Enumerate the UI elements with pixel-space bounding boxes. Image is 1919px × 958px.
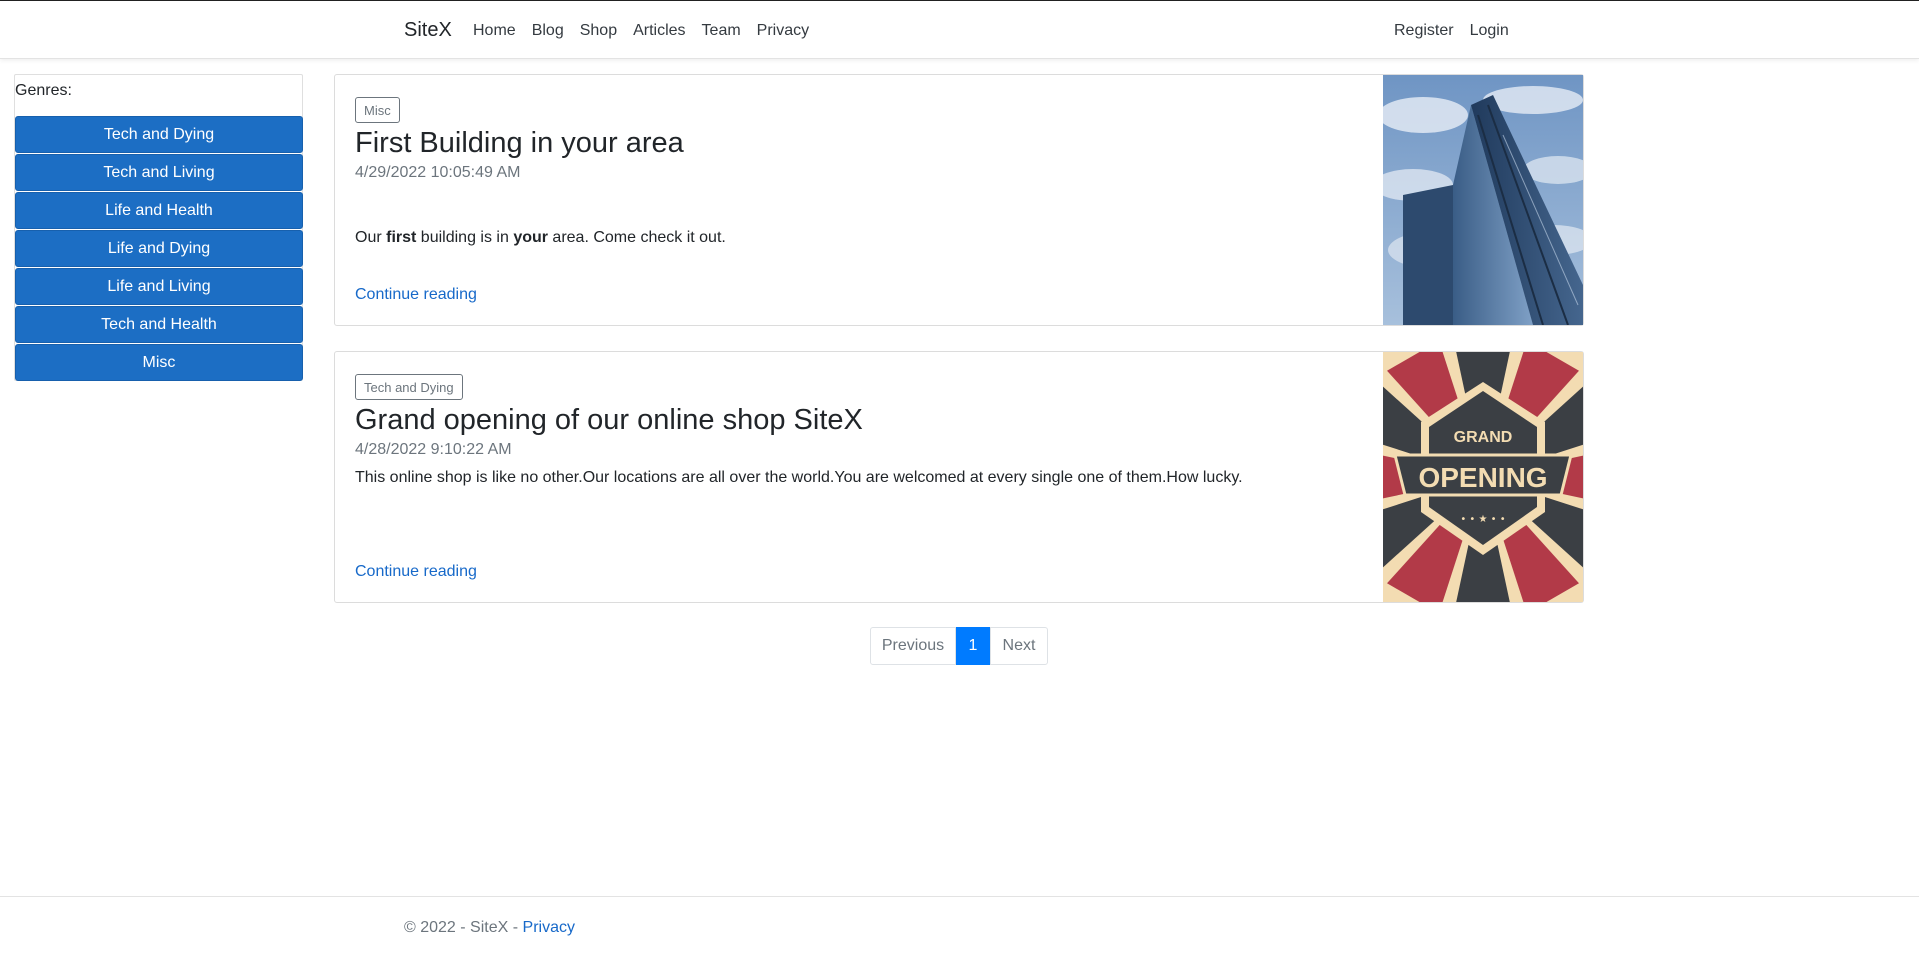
nav-blog-link[interactable]: Blog [532,22,564,40]
page-1-button[interactable]: 1 [956,627,990,665]
footer-privacy-link[interactable]: Privacy [523,919,575,936]
post-excerpt: Our first building is in your area. Come… [355,229,726,247]
genres-sidebar: Genres: Tech and Dying Tech and Living L… [14,74,303,381]
nav-home-link[interactable]: Home [473,22,516,40]
pagination: Previous 1 Next [870,627,1048,665]
continue-reading-link[interactable]: Continue reading [355,563,477,581]
post-title: First Building in your area [355,127,684,159]
footer-text: © 2022 - SiteX - Privacy [404,919,575,937]
post-date: 4/29/2022 10:05:49 AM [355,164,521,181]
nav-account-links: Register Login [1394,22,1525,40]
genre-button-tech-and-health[interactable]: Tech and Health [15,306,303,343]
post-genre-badge: Tech and Dying [355,374,463,400]
excerpt-part: Our [355,229,387,246]
continue-reading-link[interactable]: Continue reading [355,286,477,304]
post-card: Misc First Building in your area 4/29/20… [334,74,1584,326]
genre-button-life-and-dying[interactable]: Life and Dying [15,230,303,267]
genres-label: Genres: [15,82,72,99]
skyscraper-photo-graphic [1383,75,1583,325]
post-card: Tech and Dying Grand opening of our onli… [334,351,1584,603]
genre-button-life-and-health[interactable]: Life and Health [15,192,303,229]
excerpt-part: building is in [416,229,514,246]
next-page-button[interactable]: Next [990,627,1048,665]
poster-stars-icon: • • ★ • • [1460,514,1505,525]
nav-shop-link[interactable]: Shop [580,22,617,40]
post-title: Grand opening of our online shop SiteX [355,404,863,436]
top-navbar: SiteX Home Blog Shop Articles Team Priva… [0,1,1919,59]
nav-team-link[interactable]: Team [702,22,741,40]
nav-privacy-link[interactable]: Privacy [757,22,809,40]
nav-articles-link[interactable]: Articles [633,22,685,40]
grand-opening-poster: GRAND OPENING • • ★ • • [1383,352,1583,602]
genre-button-tech-and-dying[interactable]: Tech and Dying [15,116,303,153]
brand-link[interactable]: SiteX [404,19,452,42]
poster-text-opening: OPENING [1418,462,1547,493]
previous-page-button[interactable]: Previous [870,627,956,665]
nav-register-link[interactable]: Register [1394,22,1454,40]
nav-links: Home Blog Shop Articles Team Privacy [473,22,825,40]
excerpt-bold-your: your [513,229,548,246]
poster-text-grand: GRAND [1454,429,1513,446]
excerpt-part: area. Come check it out. [547,229,726,246]
skyscraper-photo [1383,75,1583,325]
genre-button-tech-and-living[interactable]: Tech and Living [15,154,303,191]
genre-button-life-and-living[interactable]: Life and Living [15,268,303,305]
excerpt-bold-first: first [386,229,417,246]
post-excerpt: This online shop is like no other.Our lo… [355,469,1243,486]
genre-button-misc[interactable]: Misc [15,344,303,381]
grand-opening-poster-graphic: GRAND OPENING • • ★ • • [1383,352,1583,602]
nav-login-link[interactable]: Login [1470,22,1509,40]
post-genre-badge: Misc [355,97,400,123]
copyright-text: © 2022 - SiteX - [404,919,523,936]
post-date: 4/28/2022 9:10:22 AM [355,441,512,458]
footer: © 2022 - SiteX - Privacy [0,896,1919,958]
